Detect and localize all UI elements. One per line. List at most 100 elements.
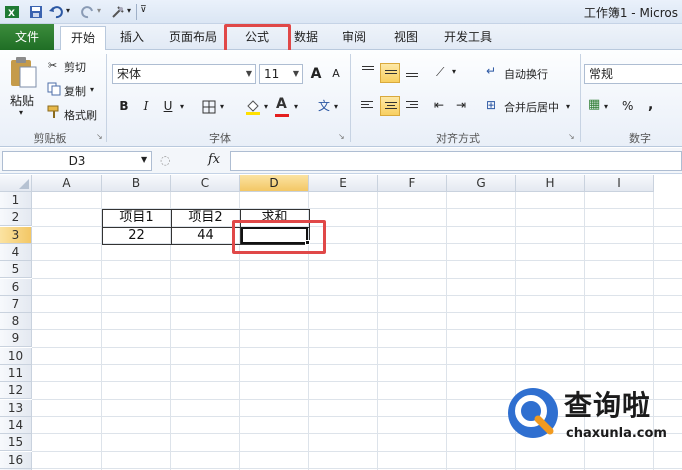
borders-icon[interactable] [202, 100, 216, 114]
increase-indent-icon[interactable]: ⇥ [456, 98, 466, 112]
font-name-select[interactable]: 宋体 ▼ [112, 64, 256, 84]
grow-font-button[interactable]: A [306, 64, 326, 84]
row-header-6[interactable]: 6 [0, 278, 32, 296]
excel-app-icon: X [5, 6, 19, 19]
borders-dropdown-icon[interactable]: ▾ [220, 102, 224, 111]
column-header-e[interactable]: E [309, 175, 378, 192]
merge-center-icon[interactable]: ⊞ [486, 98, 496, 112]
align-left-button[interactable] [358, 96, 378, 116]
merge-center-dropdown-icon[interactable]: ▾ [566, 102, 570, 111]
tab-file[interactable]: 文件 [0, 24, 54, 50]
align-right-button[interactable] [402, 96, 422, 116]
tab-data[interactable]: 数据 [286, 26, 326, 50]
align-bottom-button[interactable] [402, 63, 422, 83]
column-header-a[interactable]: A [32, 175, 102, 192]
column-header-d[interactable]: D [240, 175, 309, 192]
tab-home[interactable]: 开始 [60, 26, 106, 51]
decrease-indent-icon[interactable]: ⇤ [434, 98, 444, 112]
row-header-16[interactable]: 16 [0, 451, 32, 469]
italic-button[interactable]: I [136, 96, 156, 116]
alignment-launcher-icon[interactable]: ↘ [568, 132, 575, 141]
currency-dropdown-icon[interactable]: ▾ [604, 102, 608, 111]
row-header-11[interactable]: 11 [0, 365, 32, 382]
paste-icon[interactable] [8, 56, 38, 90]
row-header-12[interactable]: 12 [0, 382, 32, 400]
redo-icon[interactable] [80, 4, 96, 20]
tab-insert[interactable]: 插入 [110, 26, 154, 50]
currency-icon[interactable]: ▦ [588, 97, 600, 112]
wrap-text-icon[interactable]: ↵ [486, 64, 496, 78]
underline-button[interactable]: U [158, 96, 178, 116]
wrap-text-button[interactable]: 自动换行 [504, 66, 548, 82]
qat-more-dropdown-icon[interactable]: ▾ [127, 6, 131, 15]
name-box[interactable]: D3 [2, 151, 152, 171]
insert-function-button[interactable]: fx [208, 152, 220, 167]
clipboard-group-label: 剪贴板 [33, 132, 67, 145]
custom-tool-icon[interactable] [110, 4, 126, 20]
font-color-icon[interactable]: A [276, 96, 287, 112]
save-icon[interactable] [28, 4, 44, 20]
percent-button[interactable]: % [622, 99, 633, 113]
select-all-corner[interactable] [0, 175, 32, 192]
font-launcher-icon[interactable]: ↘ [338, 132, 345, 141]
copy-button[interactable]: 复制 [64, 83, 86, 99]
formula-input[interactable] [230, 151, 682, 171]
row-header-10[interactable]: 10 [0, 347, 32, 365]
row-header-3[interactable]: 3 [0, 226, 32, 244]
redo-dropdown-icon[interactable]: ▾ [97, 6, 101, 15]
tab-developer[interactable]: 开发工具 [436, 26, 500, 50]
tab-view[interactable]: 视图 [386, 26, 426, 50]
copy-dropdown-icon[interactable]: ▾ [90, 85, 94, 94]
fill-color-icon[interactable] [244, 98, 262, 116]
row-header-4[interactable]: 4 [0, 243, 32, 261]
column-header-i[interactable]: I [585, 175, 654, 192]
shrink-font-button[interactable]: A [326, 64, 346, 84]
paste-dropdown-icon[interactable]: ▾ [19, 108, 23, 117]
bold-button[interactable]: B [114, 96, 134, 116]
phonetic-dropdown-icon[interactable]: ▾ [334, 102, 338, 111]
row-header-9[interactable]: 9 [0, 330, 32, 348]
fill-color-dropdown-icon[interactable]: ▾ [264, 102, 268, 111]
merge-center-button[interactable]: 合并后居中 [504, 99, 559, 115]
phonetic-icon[interactable]: 文 [318, 97, 330, 114]
customize-qat-icon[interactable]: ⊽ [140, 5, 147, 15]
cut-button[interactable]: 剪切 [64, 59, 86, 75]
window-title: 工作簿1 - Micros [583, 6, 678, 20]
align-middle-button[interactable] [380, 63, 400, 83]
column-header-c[interactable]: C [171, 175, 240, 192]
paste-label[interactable]: 粘贴 [10, 92, 34, 109]
font-group-label: 字体 [209, 132, 231, 145]
number-format-select[interactable]: 常规 [584, 64, 682, 84]
align-top-button[interactable] [358, 63, 378, 83]
gridline-horizontal [32, 260, 682, 262]
font-size-select[interactable]: 11 ▼ [259, 64, 303, 84]
font-color-dropdown-icon[interactable]: ▾ [294, 102, 298, 111]
undo-icon[interactable] [48, 4, 64, 20]
name-box-dropdown-icon[interactable]: ▼ [141, 155, 147, 164]
comma-button[interactable]: , [648, 97, 653, 113]
underline-dropdown-icon[interactable]: ▾ [180, 102, 184, 111]
row-header-14[interactable]: 14 [0, 416, 32, 434]
tab-page-layout[interactable]: 页面布局 [160, 26, 226, 50]
row-header-7[interactable]: 7 [0, 295, 32, 313]
row-header-8[interactable]: 8 [0, 313, 32, 331]
undo-dropdown-icon[interactable]: ▾ [66, 6, 70, 15]
gridline-vertical [446, 192, 447, 470]
row-header-13[interactable]: 13 [0, 399, 32, 417]
row-header-5[interactable]: 5 [0, 261, 32, 279]
gridline-horizontal [32, 364, 682, 365]
row-header-15[interactable]: 15 [0, 434, 32, 452]
column-header-b[interactable]: B [102, 175, 171, 192]
orientation-icon[interactable]: ⟋ [436, 65, 444, 80]
row-header-1[interactable]: 1 [0, 192, 32, 209]
tab-review[interactable]: 审阅 [334, 26, 374, 50]
column-header-g[interactable]: G [447, 175, 516, 192]
formula-bar-handle-icon[interactable]: ◌ [160, 153, 170, 167]
column-header-f[interactable]: F [378, 175, 447, 192]
format-painter-button[interactable]: 格式刷 [64, 107, 97, 123]
column-header-h[interactable]: H [516, 175, 585, 192]
align-center-button[interactable] [380, 96, 400, 116]
clipboard-launcher-icon[interactable]: ↘ [96, 132, 103, 141]
orientation-dropdown-icon[interactable]: ▾ [452, 67, 456, 76]
row-header-2[interactable]: 2 [0, 209, 32, 227]
